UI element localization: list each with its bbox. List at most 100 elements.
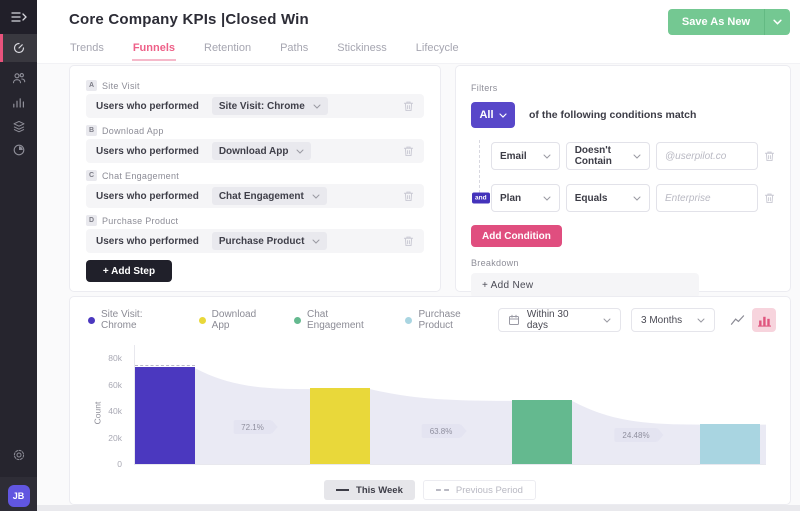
funnel-bar-2[interactable] bbox=[310, 388, 370, 464]
conditions: Email Doesn't Contain and Plan bbox=[471, 142, 775, 212]
menu-toggle-icon bbox=[11, 11, 27, 23]
conversion-badge: 24.48% bbox=[614, 428, 657, 442]
line-chart-icon bbox=[730, 314, 745, 327]
legend-item[interactable]: Download App bbox=[199, 309, 276, 331]
y-tick: 40k bbox=[108, 406, 122, 416]
solid-line-icon bbox=[336, 489, 349, 491]
delete-condition-button[interactable] bbox=[764, 192, 775, 204]
chevron-down-icon bbox=[312, 194, 320, 199]
chevron-down-icon bbox=[603, 318, 611, 323]
previous-period-marker bbox=[135, 365, 195, 366]
sidebar-toggle-button[interactable] bbox=[0, 0, 37, 34]
chart-type-toggle bbox=[725, 308, 776, 332]
save-as-new-button[interactable]: Save As New bbox=[668, 9, 790, 35]
condition-field-select[interactable]: Email bbox=[491, 142, 560, 170]
event-select[interactable]: Chat Engagement bbox=[212, 187, 327, 205]
add-step-button[interactable]: + Add Step bbox=[86, 260, 172, 282]
series-legend: This Week Previous Period bbox=[84, 480, 776, 500]
breakdown-add-new-button[interactable]: + Add New bbox=[471, 273, 699, 298]
tab-paths[interactable]: Paths bbox=[279, 36, 309, 61]
funnel-chart: Count 020k40k60k80k 72.1%63.8%24.48% bbox=[98, 345, 766, 471]
conversion-badge: 72.1% bbox=[233, 420, 272, 434]
event-select[interactable]: Purchase Product bbox=[212, 232, 328, 250]
tab-trends[interactable]: Trends bbox=[69, 36, 105, 61]
chart-legend: Site Visit: Chrome Download App Chat Eng… bbox=[88, 309, 498, 331]
tab-lifecycle[interactable]: Lifecycle bbox=[415, 36, 460, 61]
step-letter-badge: C bbox=[86, 170, 97, 181]
chevron-down-icon bbox=[296, 149, 304, 154]
sidebar-item-analytics[interactable] bbox=[0, 34, 37, 62]
step-row: Users who performed Chat Engagement bbox=[86, 184, 424, 208]
header: Core Company KPIs |Closed Win Save As Ne… bbox=[37, 0, 800, 36]
period-select[interactable]: 3 Months bbox=[631, 308, 715, 332]
reports-bars-icon bbox=[12, 96, 25, 108]
step-name: Site Visit bbox=[102, 81, 140, 91]
step-name: Purchase Product bbox=[102, 216, 178, 226]
content-area: A Site Visit Users who performed Site Vi… bbox=[37, 64, 800, 511]
legend-dot bbox=[88, 317, 95, 324]
chevron-down-icon bbox=[543, 154, 551, 159]
calendar-icon bbox=[508, 314, 520, 326]
funnel-chart-panel: Site Visit: Chrome Download App Chat Eng… bbox=[69, 296, 791, 505]
step-name: Chat Engagement bbox=[102, 171, 179, 181]
y-axis: 020k40k60k80k bbox=[98, 345, 126, 465]
settings-button[interactable] bbox=[0, 443, 37, 467]
condition-operator-select[interactable]: Equals bbox=[566, 184, 650, 212]
step-name: Download App bbox=[102, 126, 164, 136]
breakdown-label: Breakdown bbox=[471, 258, 775, 268]
condition-field-select[interactable]: Plan bbox=[491, 184, 560, 212]
user-area: JB bbox=[0, 477, 37, 511]
this-week-toggle[interactable]: This Week bbox=[324, 480, 415, 500]
condition-operator-select[interactable]: Doesn't Contain bbox=[566, 142, 650, 170]
chevron-down-icon bbox=[773, 19, 782, 25]
funnel-steps-panel: A Site Visit Users who performed Site Vi… bbox=[69, 65, 441, 292]
add-condition-button[interactable]: Add Condition bbox=[471, 225, 562, 247]
save-as-new-label[interactable]: Save As New bbox=[668, 9, 764, 35]
legend-item[interactable]: Site Visit: Chrome bbox=[88, 309, 181, 331]
funnel-silhouette-path bbox=[135, 368, 766, 464]
conversion-window-select[interactable]: Within 30 days bbox=[498, 308, 621, 332]
legend-dot bbox=[199, 317, 206, 324]
legend-item[interactable]: Chat Engagement bbox=[294, 309, 387, 331]
settings-gear-icon bbox=[12, 448, 26, 462]
funnel-bar-3[interactable] bbox=[512, 400, 572, 464]
delete-step-button[interactable] bbox=[403, 235, 414, 247]
legend-item[interactable]: Purchase Product bbox=[405, 309, 497, 331]
tab-funnels[interactable]: Funnels bbox=[132, 36, 176, 61]
delete-step-button[interactable] bbox=[403, 145, 414, 157]
funnel-step-a: A Site Visit Users who performed Site Vi… bbox=[86, 80, 424, 118]
sidebar-item-audience[interactable] bbox=[0, 66, 37, 90]
event-select[interactable]: Download App bbox=[212, 142, 312, 160]
bar-chart-toggle-button[interactable] bbox=[752, 308, 776, 332]
conversion-badge: 63.8% bbox=[422, 424, 461, 438]
tab-stickiness[interactable]: Stickiness bbox=[336, 36, 388, 61]
funnel-bar-4[interactable] bbox=[700, 424, 760, 464]
event-select[interactable]: Site Visit: Chrome bbox=[212, 97, 328, 115]
match-all-select[interactable]: All bbox=[471, 102, 515, 128]
delete-condition-button[interactable] bbox=[764, 150, 775, 162]
funnel-bar-1[interactable] bbox=[135, 367, 195, 464]
line-chart-toggle-button[interactable] bbox=[725, 308, 749, 332]
sidebar-item-reports[interactable] bbox=[0, 90, 37, 114]
filters-panel: Filters All of the following conditions … bbox=[455, 65, 791, 292]
audience-users-icon bbox=[12, 72, 26, 84]
step-prefix: Users who performed bbox=[96, 146, 199, 157]
previous-period-toggle[interactable]: Previous Period bbox=[423, 480, 536, 500]
segments-layers-icon bbox=[12, 120, 26, 133]
save-dropdown-toggle[interactable] bbox=[764, 9, 790, 35]
delete-step-button[interactable] bbox=[403, 190, 414, 202]
match-text: of the following conditions match bbox=[529, 109, 696, 121]
condition-value-input[interactable] bbox=[656, 142, 758, 170]
sidebar-item-segments[interactable] bbox=[0, 114, 37, 138]
delete-step-button[interactable] bbox=[403, 100, 414, 112]
condition-value-input[interactable] bbox=[656, 184, 758, 212]
sidebar-item-goals[interactable] bbox=[0, 138, 37, 162]
step-row: Users who performed Download App bbox=[86, 139, 424, 163]
step-row: Users who performed Site Visit: Chrome bbox=[86, 94, 424, 118]
avatar[interactable]: JB bbox=[8, 485, 30, 507]
chevron-down-icon bbox=[313, 104, 321, 109]
tab-retention[interactable]: Retention bbox=[203, 36, 252, 61]
y-tick: 80k bbox=[108, 353, 122, 363]
plot-area: 72.1% 63.8% 24.48% bbox=[134, 345, 766, 465]
sidebar: JB bbox=[0, 0, 37, 511]
